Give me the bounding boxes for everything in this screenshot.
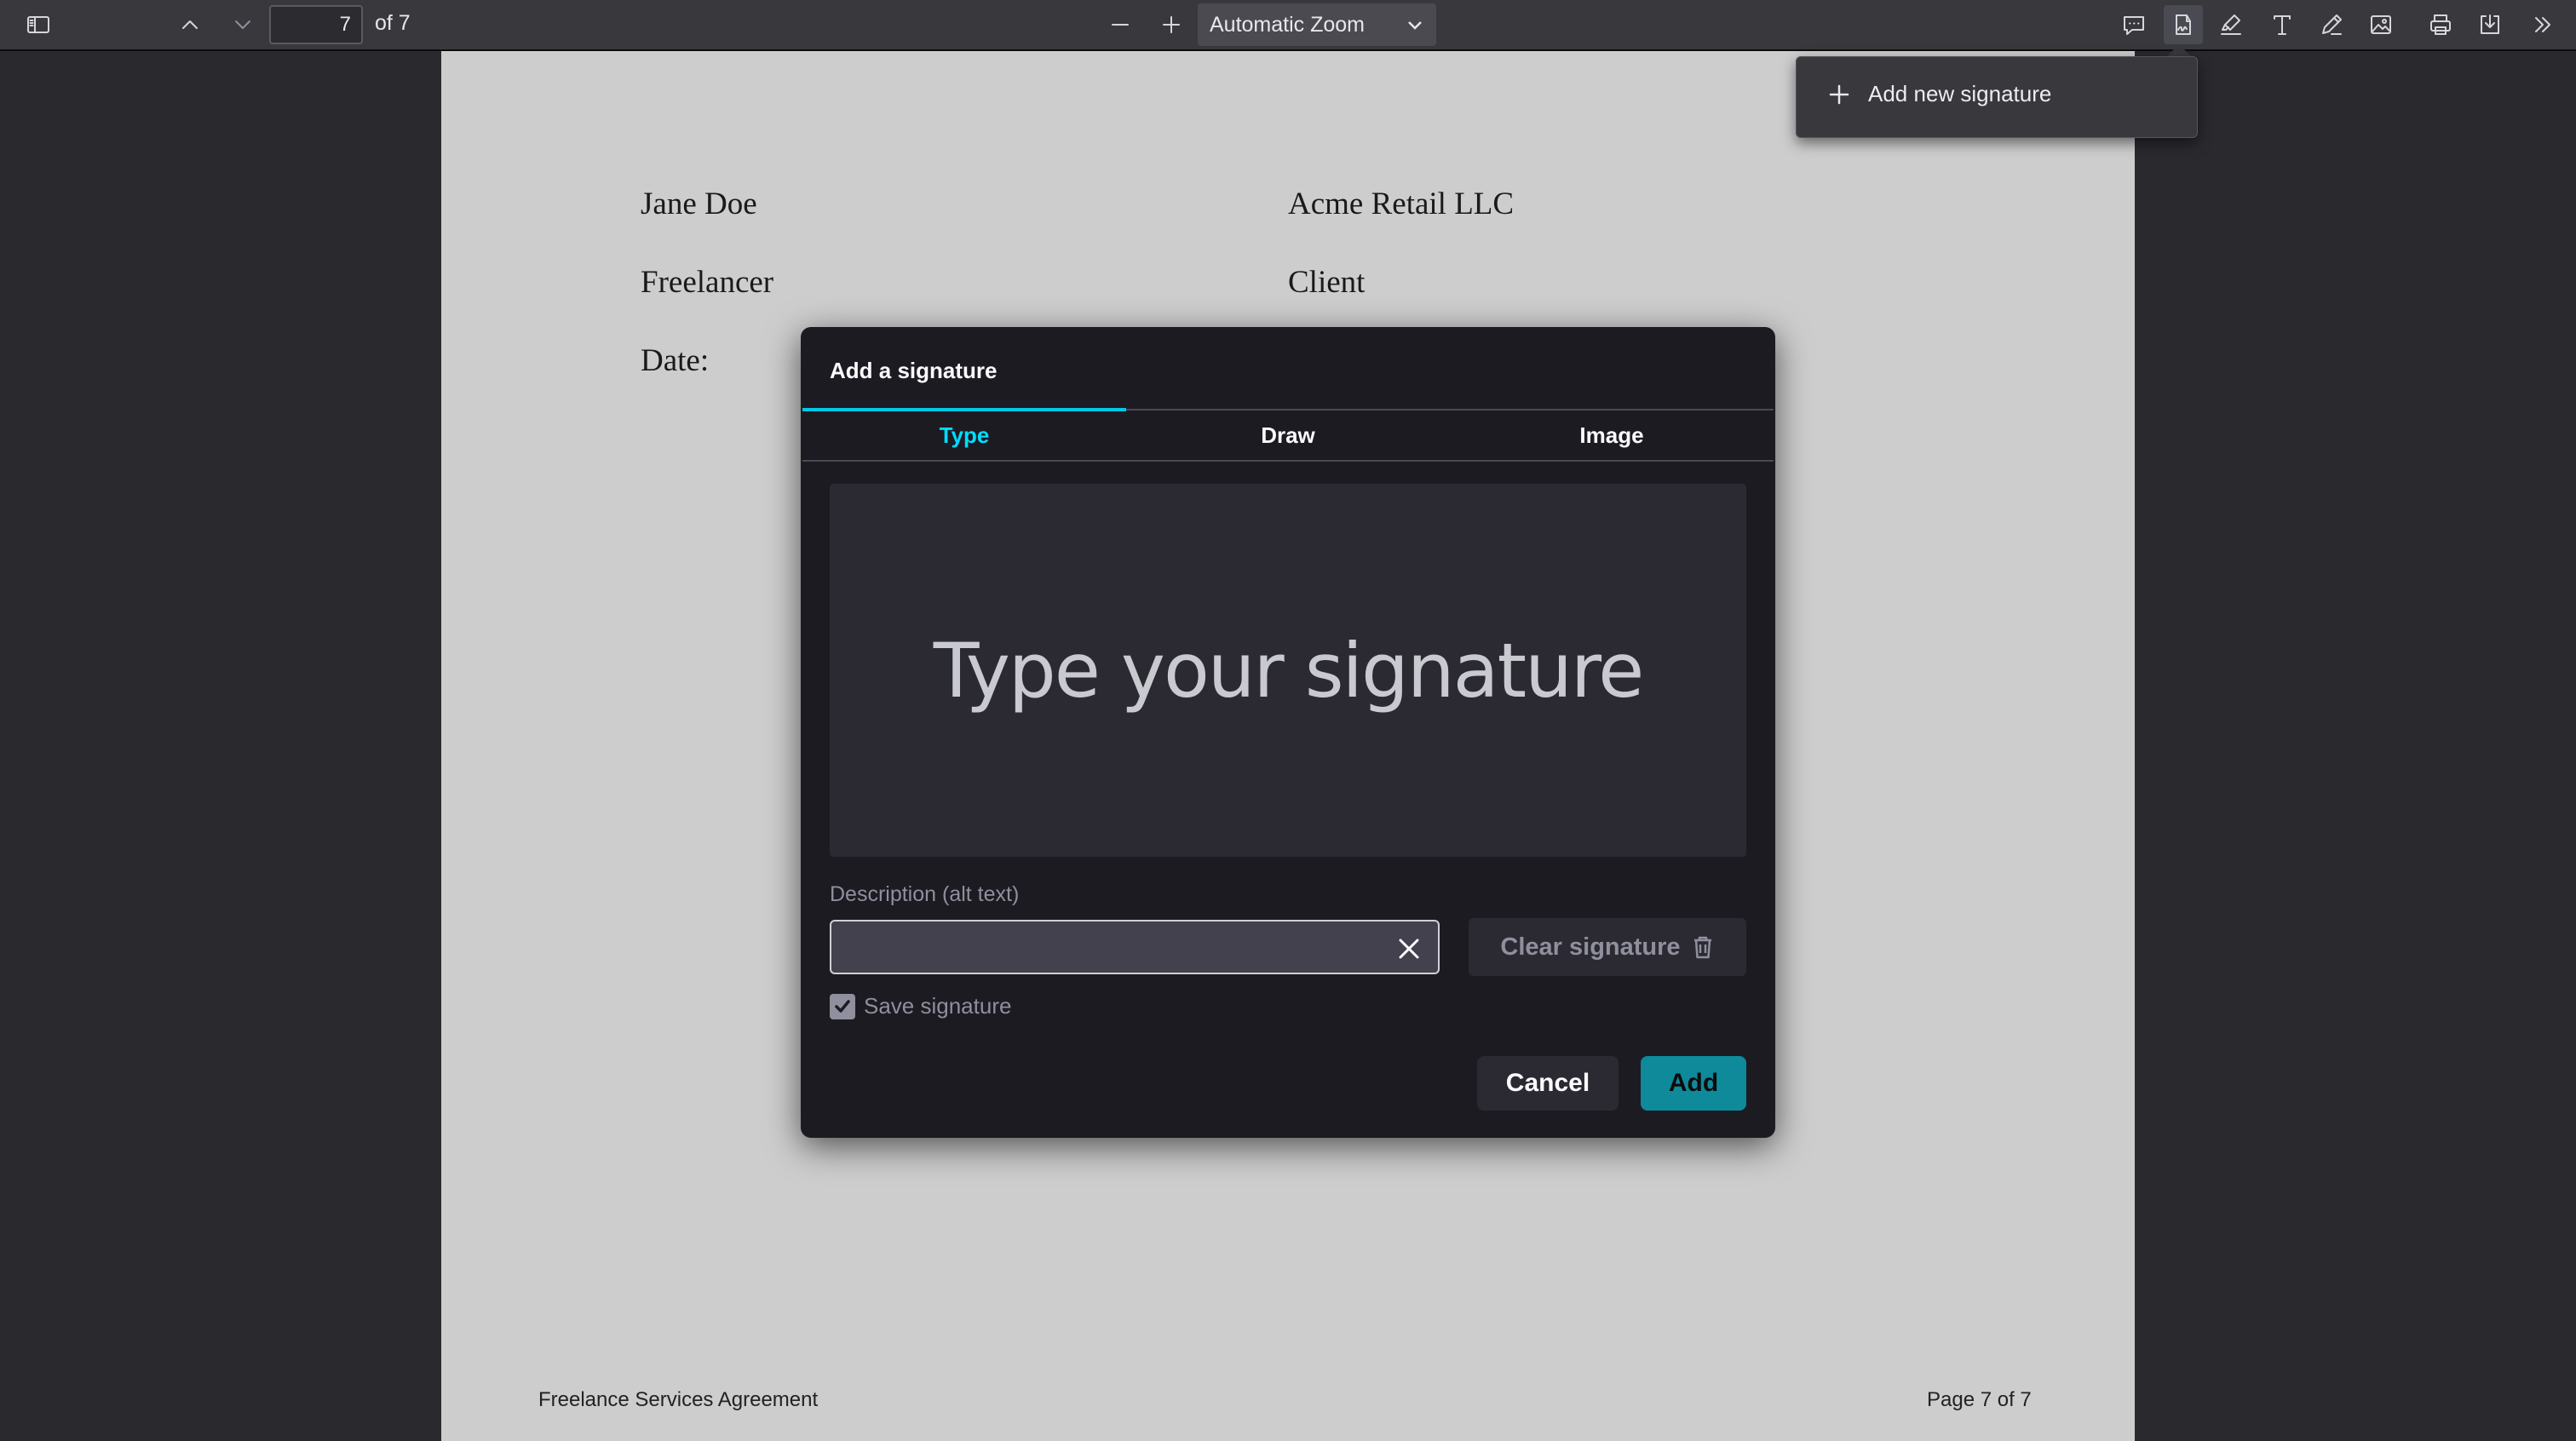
tab-type-label: Type <box>939 422 990 448</box>
chevron-down-icon <box>1408 21 1422 30</box>
add-image-button[interactable] <box>2361 5 2401 44</box>
next-page-button[interactable] <box>223 5 262 44</box>
print-icon <box>2430 14 2451 35</box>
draw-button[interactable] <box>2312 5 2351 44</box>
download-icon <box>2481 14 2499 34</box>
print-button[interactable] <box>2421 5 2460 44</box>
chevron-up-icon <box>182 20 198 29</box>
plus-icon <box>1829 84 1849 104</box>
tab-draw[interactable]: Draw <box>1126 410 1450 460</box>
previous-page-button[interactable] <box>170 5 210 44</box>
add-new-signature-button[interactable]: Add new signature <box>1827 81 2051 107</box>
toolbar: of 7 Automatic Zoom <box>0 0 2576 51</box>
left-party-name: Jane Doe <box>641 187 757 221</box>
zoom-select-value: Automatic Zoom <box>1210 12 1366 37</box>
minus-icon <box>1112 24 1129 26</box>
comment-icon <box>2124 16 2144 35</box>
clear-signature-label: Clear signature <box>1500 933 1681 961</box>
signature-placeholder: Type your signature <box>933 626 1644 715</box>
tab-image[interactable]: Image <box>1450 410 1774 460</box>
add-text-button[interactable] <box>2263 5 2302 44</box>
tab-draw-label: Draw <box>1261 422 1315 448</box>
clear-signature-button[interactable]: Clear signature <box>1469 918 1746 976</box>
add-new-signature-label: Add new signature <box>1868 81 2052 106</box>
plus-icon <box>1163 16 1180 33</box>
signature-menu: Add new signature <box>1796 56 2198 138</box>
zoom-select[interactable]: Automatic Zoom <box>1198 3 1436 46</box>
image-icon <box>2371 15 2391 34</box>
text-icon <box>2274 15 2291 35</box>
sidebar-icon <box>27 16 49 33</box>
footer-page-number: Page 7 of 7 <box>1927 1388 2032 1411</box>
signature-icon <box>2176 14 2191 35</box>
signature-input-area[interactable]: Type your signature <box>830 484 1746 857</box>
add-button[interactable]: Add <box>1641 1056 1746 1111</box>
signature-button[interactable] <box>2164 5 2203 44</box>
trash-icon <box>1693 936 1711 959</box>
tab-type[interactable]: Type <box>802 408 1126 460</box>
tools-menu-button[interactable] <box>2523 5 2562 44</box>
page-number-input[interactable] <box>269 5 363 44</box>
zoom-out-button[interactable] <box>1101 5 1140 44</box>
dialog-title: Add a signature <box>830 358 998 383</box>
save-signature-checkbox[interactable] <box>830 993 855 1019</box>
double-chevron-right-icon <box>2535 17 2550 32</box>
checkmark-icon <box>835 999 850 1013</box>
chevron-down-icon <box>235 20 250 29</box>
tab-image-label: Image <box>1579 422 1644 448</box>
footer-title: Freelance Services Agreement <box>538 1388 819 1411</box>
sidebar-toggle-button[interactable] <box>19 5 58 44</box>
left-party-date: Date: <box>641 343 710 378</box>
cancel-button[interactable]: Cancel <box>1477 1056 1619 1111</box>
zoom-in-button[interactable] <box>1152 5 1191 44</box>
close-icon <box>1399 939 1419 959</box>
pencil-icon <box>2322 14 2342 35</box>
save-button[interactable] <box>2470 5 2510 44</box>
signature-tabs: Type Draw Image <box>802 408 1774 462</box>
description-label: Description (alt text) <box>830 882 1020 906</box>
save-signature-label: Save signature <box>864 993 1012 1019</box>
tab-selected-indicator <box>802 408 1126 411</box>
signature-menu-arrow <box>2167 44 2191 56</box>
right-party-name: Acme Retail LLC <box>1288 187 1515 221</box>
highlight-button[interactable] <box>2211 5 2251 44</box>
add-comment-button[interactable] <box>2114 5 2153 44</box>
page-count: of 7 <box>375 11 411 35</box>
description-input[interactable] <box>830 920 1440 974</box>
right-party-role: Client <box>1288 265 1366 300</box>
add-signature-dialog: Add a signature Type Draw Image Type you… <box>801 327 1775 1138</box>
clear-description-button[interactable] <box>1394 933 1424 964</box>
save-signature-row: Save signature <box>830 993 1011 1019</box>
highlighter-icon <box>2221 14 2241 35</box>
left-party-role: Freelancer <box>641 265 774 300</box>
